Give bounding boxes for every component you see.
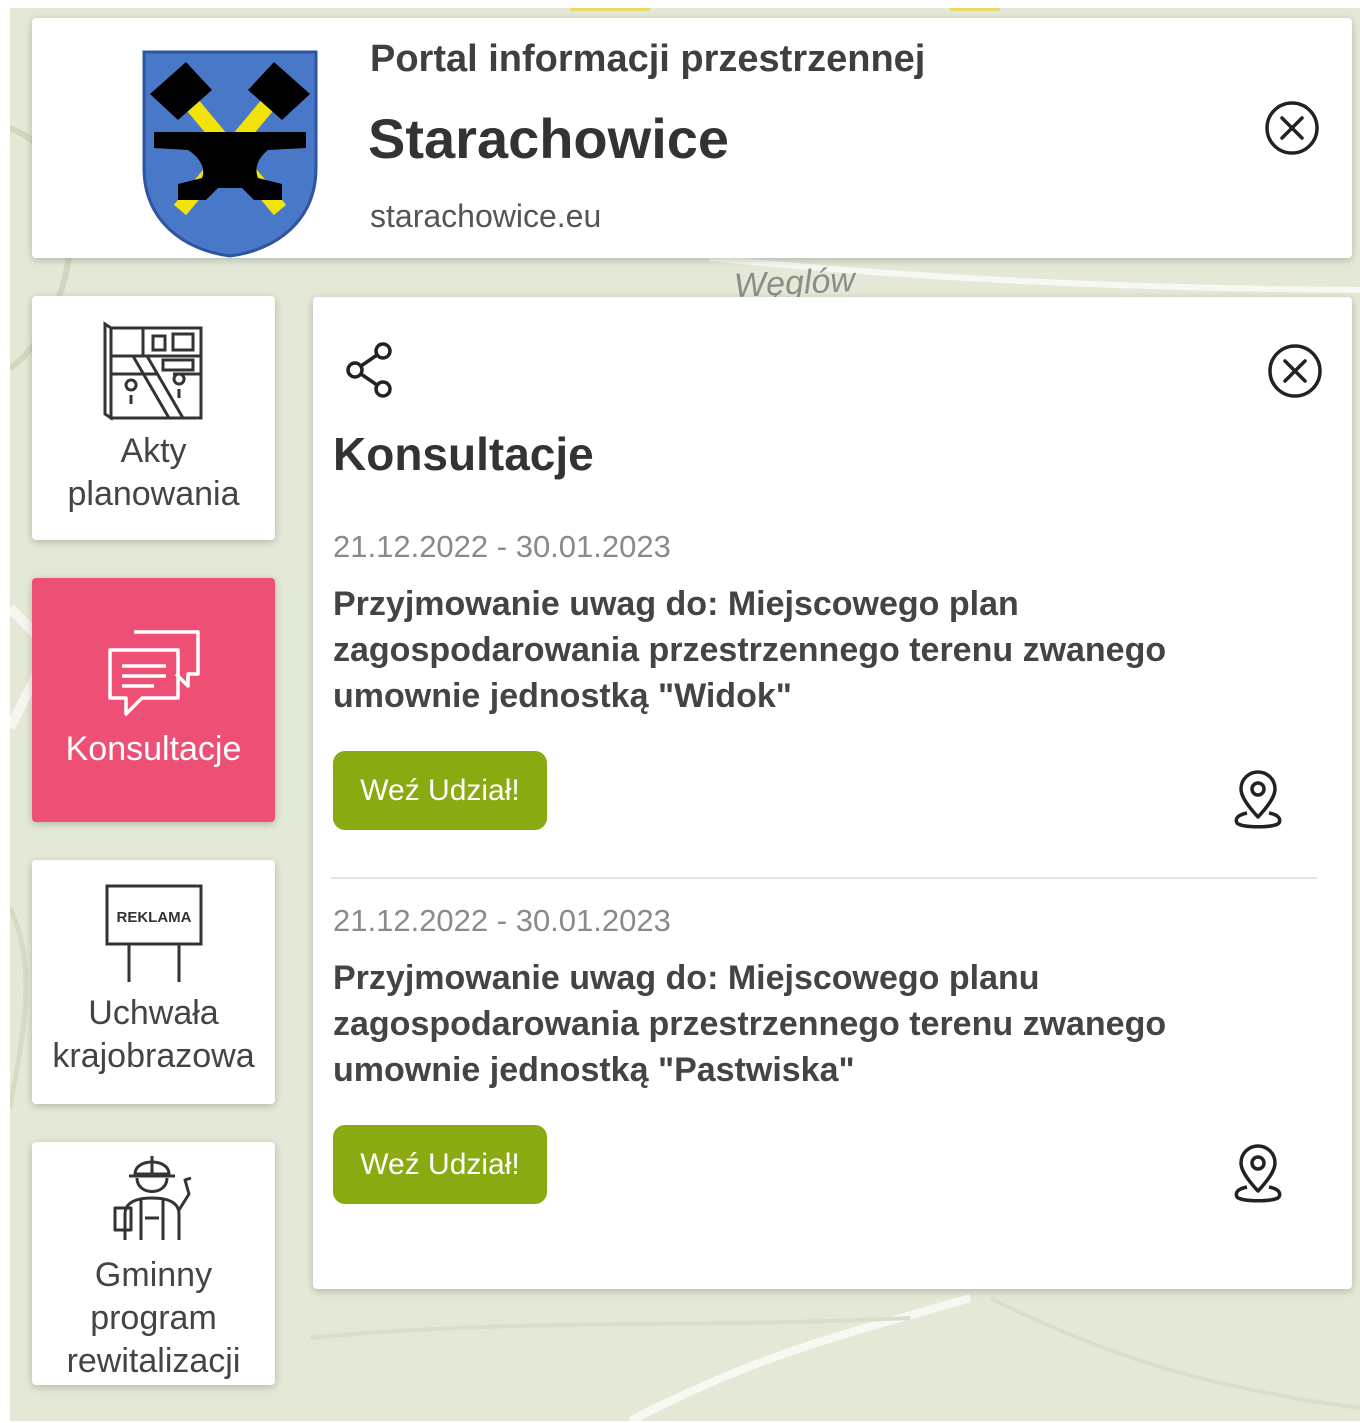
construction-worker-icon <box>113 1156 191 1240</box>
close-icon[interactable] <box>1264 100 1320 156</box>
close-icon[interactable] <box>1267 343 1323 399</box>
consultation-dates: 21.12.2022 - 30.01.2023 <box>333 903 671 938</box>
take-part-button[interactable]: Weź Udział! <box>333 1125 547 1204</box>
panel-title: Konsultacje <box>333 428 594 480</box>
share-icon[interactable] <box>343 341 397 399</box>
chat-bubbles-icon <box>107 630 200 716</box>
consultation-dates: 21.12.2022 - 30.01.2023 <box>333 529 671 564</box>
portal-header: Portal informacji przestrzennej Staracho… <box>32 18 1352 258</box>
divider <box>331 877 1317 879</box>
city-website-link[interactable]: starachowice.eu <box>370 198 601 235</box>
consultation-item: 21.12.2022 - 30.01.2023 Przyjmowanie uwa… <box>333 903 1318 1233</box>
billboard-icon: REKLAMA <box>105 884 202 982</box>
sidebar-item-gminny-program-rewitalizacji[interactable]: Gminny program rewitalizacji <box>32 1142 275 1385</box>
consultation-title: Przyjmowanie uwag do: Miejscowego planu … <box>333 959 1167 1089</box>
sidebar-item-label: Gminny program rewitalizacji <box>66 1256 241 1380</box>
map-pin-icon[interactable] <box>1231 769 1285 831</box>
sidebar-item-uchwala-krajobrazowa[interactable]: REKLAMA Uchwała krajobrazowa <box>32 860 275 1104</box>
consultations-panel: Konsultacje 21.12.2022 - 30.01.2023 Przy… <box>313 297 1352 1289</box>
billboard-text: REKLAMA <box>116 909 191 926</box>
sidebar-item-label: Uchwała krajobrazowa <box>52 994 255 1075</box>
map-pin-icon[interactable] <box>1231 1143 1285 1205</box>
city-plan-map-icon <box>103 321 202 421</box>
sidebar-item-konsultacje[interactable]: Konsultacje <box>32 578 275 822</box>
city-name: Starachowice <box>368 107 730 170</box>
city-coat-of-arms-logo <box>142 50 318 258</box>
take-part-button[interactable]: Weź Udział! <box>333 751 547 830</box>
sidebar-item-akty-planowania[interactable]: Akty planowania <box>32 296 275 540</box>
consultation-item: 21.12.2022 - 30.01.2023 Przyjmowanie uwa… <box>333 529 1318 879</box>
sidebar-item-label: Konsultacje <box>65 730 242 768</box>
portal-title: Portal informacji przestrzennej <box>370 38 926 80</box>
consultation-title: Przyjmowanie uwag do: Miejscowego plan z… <box>333 585 1167 715</box>
sidebar-item-label: Akty planowania <box>67 432 240 513</box>
